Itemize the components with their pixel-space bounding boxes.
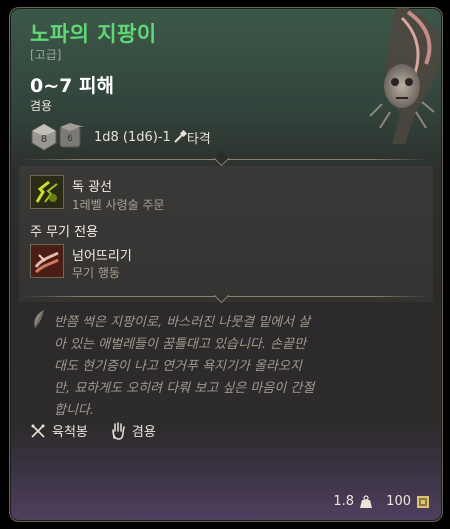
divider-notch	[213, 150, 230, 167]
item-rarity: [고급]	[30, 48, 62, 62]
weight-display: 1.8	[333, 494, 373, 509]
weight-icon	[360, 494, 372, 508]
properties-row: 육척봉 겸용	[30, 421, 178, 440]
dice-icon: 8 6	[31, 123, 84, 151]
bludgeon-icon	[174, 130, 187, 143]
item-handedness: 겸용	[30, 99, 53, 113]
damage-type: 타격	[186, 131, 211, 147]
skill-name: 독 광선	[72, 180, 113, 195]
property-label: 육척봉	[52, 425, 88, 440]
item-name: 노파의 지팡이	[30, 22, 157, 46]
gold-coin-icon	[417, 495, 429, 508]
skill-topple[interactable]	[30, 244, 64, 278]
poison-ray-icon	[31, 176, 63, 208]
topple-icon	[31, 245, 63, 277]
skill-sub: 1레벨 사령술 주문	[72, 198, 165, 212]
die-alt-value: 6	[67, 134, 73, 144]
item-damage: 0~7 피해	[30, 75, 114, 97]
skill-name: 넘어뜨리기	[72, 249, 132, 264]
item-art-icon	[369, 8, 441, 144]
quarterstaff-icon	[31, 423, 45, 438]
main-weapon-label: 주 무기 전용	[30, 225, 99, 240]
item-description: 반쯤 썩은 지팡이로, 바스러진 나뭇결 밑에서 살아 있는 애벌레들이 꿈틀대…	[54, 315, 315, 418]
footer-bar	[10, 476, 442, 521]
feather-icon	[34, 309, 45, 329]
weight-value: 1.8	[333, 494, 354, 509]
skill-sub: 무기 행동	[72, 266, 120, 280]
dice-row: 8 6 1d8 (1d6)-1 타격	[30, 122, 211, 152]
hand-icon	[112, 421, 125, 440]
item-tooltip: 노파의 지팡이 [고급] 0~7 피해 겸용 8 6 1d8 (1d6)-1 타…	[9, 7, 443, 522]
die-main-value: 8	[41, 134, 47, 145]
skill-poison-ray[interactable]	[30, 175, 64, 209]
property-label: 겸용	[131, 425, 156, 440]
price-value: 100	[386, 494, 411, 509]
dice-formula: 1d8 (1d6)-1	[94, 129, 171, 145]
price-display: 100	[386, 494, 430, 509]
